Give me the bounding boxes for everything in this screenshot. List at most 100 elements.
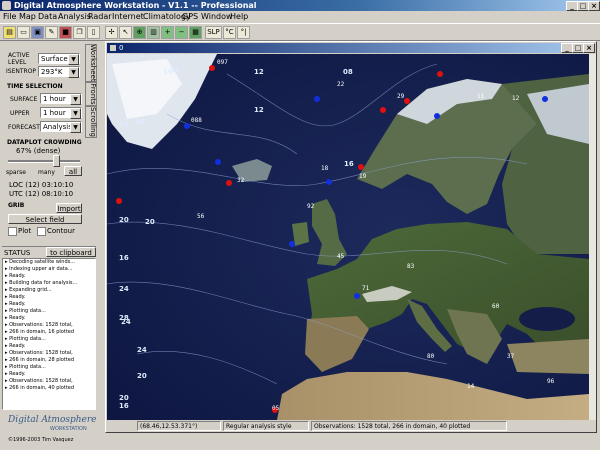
menu-data[interactable]: Data <box>38 11 57 23</box>
station-label: 32 <box>237 177 245 184</box>
crowding-label: DATAPLOT CROWDING <box>7 139 82 146</box>
slp-button[interactable]: SLP <box>205 26 222 39</box>
celsius-button[interactable]: °C <box>223 26 236 39</box>
tab-scrolling[interactable]: Scrolling <box>85 106 97 138</box>
status-log-line: ▸ Ready. <box>5 371 26 377</box>
menu-map[interactable]: Map <box>19 11 36 23</box>
menu-help[interactable]: Help <box>230 11 248 23</box>
surface-value: 1 hour <box>43 95 66 103</box>
menu-radar[interactable]: Radar <box>88 11 112 23</box>
station-label: 097 <box>217 59 228 66</box>
station-label: 71 <box>362 285 370 292</box>
active-level-select[interactable]: Surface ▼ <box>38 53 80 65</box>
status-log-line: ▸ 266 in domain, 28 plotted <box>5 357 75 363</box>
copy-to-clipboard-button[interactable]: to clipboard <box>46 247 96 257</box>
isentrop-select[interactable]: 293°K ▼ <box>38 66 80 78</box>
status-log-line: ▸ Ready. <box>5 273 26 279</box>
latitude-label: 16 <box>344 160 354 168</box>
select-field-button[interactable]: Select field <box>8 214 82 224</box>
grib-label: GRIB <box>8 202 25 209</box>
station-label: 56 <box>197 213 205 220</box>
crowding-value: 67% (dense) <box>16 147 61 155</box>
open-folder-icon[interactable]: ▤ <box>3 26 16 39</box>
status-log[interactable]: ▸ Decoding satellite winds... ▸ Indexing … <box>2 258 96 410</box>
menu-internet[interactable]: Internet <box>112 11 144 23</box>
crowding-slider-thumb[interactable] <box>53 155 60 167</box>
station-label: 45 <box>337 253 345 260</box>
station-label: 60 <box>492 303 500 310</box>
station-label: 14 <box>467 383 475 390</box>
status-log-line: ▸ Expanding grid... <box>5 287 52 293</box>
station-label: 96 <box>547 378 555 385</box>
latitude-label: 20 <box>137 372 147 380</box>
status-log-line: ▸ Plotting data... <box>5 336 46 342</box>
latitude-label: 16 <box>119 120 129 128</box>
isentrop-value: 293°K <box>41 68 63 76</box>
crowding-many-label: many <box>38 169 55 176</box>
chevron-down-icon: ▼ <box>68 67 79 78</box>
crowding-sparse-label: sparse <box>6 169 26 176</box>
stop-icon[interactable]: ■ <box>59 26 72 39</box>
window-title: Digital Atmosphere Workstation - V1.1 --… <box>14 1 257 10</box>
grid-icon[interactable]: ▦ <box>189 26 202 39</box>
status-log-line: ▸ Ready. <box>5 343 26 349</box>
latitude-label: 24 <box>121 318 131 326</box>
contour-checkbox[interactable] <box>37 227 46 236</box>
latitude-label: 16 <box>119 254 129 262</box>
save-icon[interactable]: ▣ <box>31 26 44 39</box>
map-close-button[interactable]: × <box>583 43 595 53</box>
coordinate-readout: (68.46,12.53.371°) <box>137 421 221 431</box>
observations-status: Observations: 1528 total, 266 in domain,… <box>311 421 507 431</box>
utc-time: UTC (12) 08:10:10 <box>9 190 74 198</box>
status-log-line: ▸ Observations: 1528 total, <box>5 378 73 384</box>
isentrop-label: ISENTROP <box>6 68 37 75</box>
status-label: STATUS <box>4 249 31 257</box>
active-level-value: Surface <box>41 55 68 63</box>
new-file-icon[interactable]: ▭ <box>17 26 30 39</box>
crowding-all-button[interactable]: all <box>64 166 82 176</box>
close-button[interactable]: × <box>588 1 600 11</box>
upper-value: 1 hour <box>43 109 66 117</box>
latitude-label: 12 <box>254 106 264 114</box>
app-logo-text: Digital Atmosphere <box>8 415 97 425</box>
status-log-line: ▸ Plotting data... <box>5 364 46 370</box>
station-label: 19 <box>359 173 367 180</box>
surface-select[interactable]: 1 hour ▼ <box>40 93 82 105</box>
edit-icon[interactable]: ✎ <box>45 26 58 39</box>
move-icon[interactable]: ✢ <box>105 26 118 39</box>
menu-window[interactable]: Window <box>201 11 233 23</box>
plot-checkbox[interactable] <box>8 227 17 236</box>
chevron-down-icon: ▼ <box>70 108 81 119</box>
station-label: 80 <box>427 353 435 360</box>
forecast-value: Analysis <box>43 123 72 131</box>
menu-gps[interactable]: GPS <box>182 11 198 23</box>
temp-units-button[interactable]: °| <box>237 26 250 39</box>
satellite-map-image <box>107 54 589 420</box>
zoom-in-icon[interactable]: + <box>161 26 174 39</box>
latitude-label: 16 <box>119 402 129 410</box>
map-vertical-scrollbar[interactable] <box>589 54 596 420</box>
active-level-label: ACTIVE LEVEL <box>8 52 30 66</box>
chevron-down-icon: ▼ <box>70 94 81 105</box>
page-icon[interactable]: ▯ <box>87 26 100 39</box>
zoom-icon[interactable]: ⊕ <box>133 26 146 39</box>
weather-map[interactable]: 12 12 12 08 16 16 16 20 24 28 24 20 16 16 20 24 16 20 097… <box>107 54 589 420</box>
status-log-line: ▸ Indexing upper air data... <box>5 266 73 272</box>
forecast-select[interactable]: Analysis ▼ <box>40 121 82 133</box>
menu-bar: File Map Data Analysis Radar Internet Cl… <box>0 11 600 23</box>
menu-file[interactable]: File <box>3 11 16 23</box>
tab-scrolling-label: Scrolling <box>89 106 97 137</box>
pointer-icon[interactable]: ↖ <box>119 26 132 39</box>
copy-icon[interactable]: ❐ <box>73 26 86 39</box>
menu-analysis[interactable]: Analysis <box>58 11 91 23</box>
chevron-down-icon: ▼ <box>70 122 81 133</box>
zoom-out-icon[interactable]: − <box>175 26 188 39</box>
map-window-title: 0 <box>119 44 124 52</box>
plot-label: Plot <box>18 227 32 235</box>
crowding-slider-track[interactable] <box>8 160 80 163</box>
local-time: LOC (12) 03:10:10 <box>9 181 74 189</box>
map-window-icon <box>110 45 116 51</box>
layers-icon[interactable]: ▥ <box>147 26 160 39</box>
upper-select[interactable]: 1 hour ▼ <box>40 107 82 119</box>
import-button[interactable]: Import <box>56 203 82 213</box>
